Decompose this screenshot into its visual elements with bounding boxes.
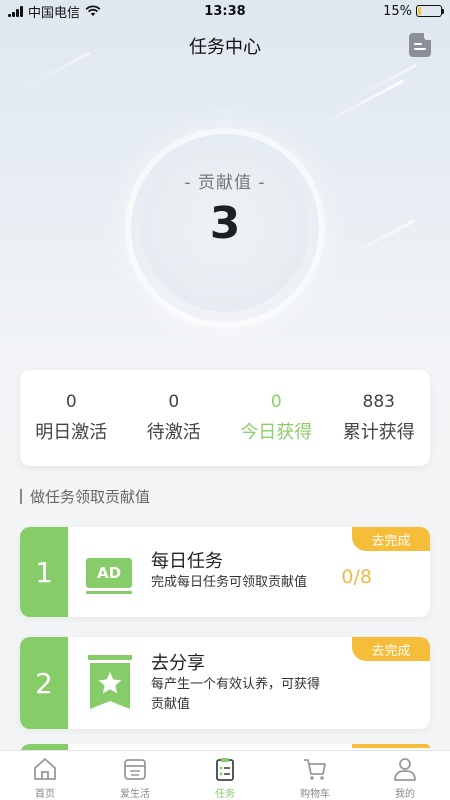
contribution-value: 3	[209, 198, 241, 249]
decor-streak	[305, 79, 405, 134]
stat-pending-activate[interactable]: 0 待激活	[123, 370, 226, 466]
tab-mine[interactable]: 我的	[360, 751, 450, 800]
stat-label: 累计获得	[342, 422, 415, 443]
ad-icon-underline	[86, 591, 132, 594]
task-card-daily[interactable]: 1 AD 每日任务 完成每日任务可领取贡献值 0/8 去完成	[20, 527, 430, 617]
contribution-label: - 贡献值 -	[184, 173, 266, 193]
task-go-complete-button[interactable]: 去完成	[352, 637, 430, 661]
task-icon	[216, 758, 234, 781]
decor-streak	[353, 63, 417, 100]
task-progress: 0/8	[341, 566, 372, 588]
task-description: 完成每日任务可领取贡献值	[151, 575, 308, 590]
stat-value: 883	[362, 392, 395, 412]
task-description: 每产生一个有效认养，可获得	[151, 677, 321, 692]
tab-cart[interactable]: 购物车	[270, 751, 360, 800]
cart-icon	[304, 759, 326, 780]
tab-label: 首页	[35, 789, 55, 800]
battery-icon	[416, 5, 444, 17]
peek-badge-strip	[352, 744, 430, 748]
tab-label: 任务	[215, 789, 235, 800]
love-life-icon	[124, 759, 146, 780]
clock: 13:38	[204, 3, 246, 19]
user-icon	[394, 758, 416, 781]
stat-label: 今日获得	[240, 422, 313, 443]
tab-love-life[interactable]: 爱生活	[90, 751, 180, 800]
task-description-line2: 贡献值	[151, 697, 191, 712]
stat-tomorrow-activate[interactable]: 0 明日激活	[20, 370, 123, 466]
status-bar: 中国电信 13:38 15%	[0, 0, 450, 22]
task-index: 2	[20, 637, 68, 729]
task-title: 去分享	[151, 653, 205, 674]
task-title: 每日任务	[151, 551, 223, 572]
home-icon	[34, 758, 56, 780]
tab-label: 购物车	[300, 789, 330, 800]
stat-value: 0	[270, 392, 282, 412]
tab-label: 我的	[395, 789, 415, 800]
task-index: 1	[20, 527, 68, 617]
document-icon[interactable]	[409, 33, 431, 57]
page-title: 任务中心	[189, 37, 261, 58]
stat-value: 0	[168, 392, 180, 412]
section-header: 做任务领取贡献值	[20, 486, 150, 507]
section-bar	[20, 489, 22, 504]
stat-today-earned[interactable]: 0 今日获得	[225, 370, 328, 466]
share-star-icon	[88, 655, 132, 709]
tab-bar: 首页 爱生活 任务 购物车 我的	[0, 750, 450, 800]
tab-label: 爱生活	[120, 789, 150, 800]
task-go-complete-button[interactable]: 去完成	[352, 527, 430, 551]
stats-card: 0 明日激活 0 待激活 0 今日获得 883 累计获得	[20, 370, 430, 466]
stat-value: 0	[65, 392, 77, 412]
tab-home[interactable]: 首页	[0, 751, 90, 800]
stat-label: 待激活	[146, 422, 201, 443]
stat-total-earned[interactable]: 883 累计获得	[328, 370, 431, 466]
section-title: 做任务领取贡献值	[30, 488, 151, 506]
task-card-share[interactable]: 2 去分享 每产生一个有效认养，可获得 贡献值 去完成	[20, 637, 430, 729]
stat-label: 明日激活	[35, 422, 108, 443]
tab-task[interactable]: 任务	[180, 751, 270, 800]
ad-icon: AD	[86, 558, 132, 588]
